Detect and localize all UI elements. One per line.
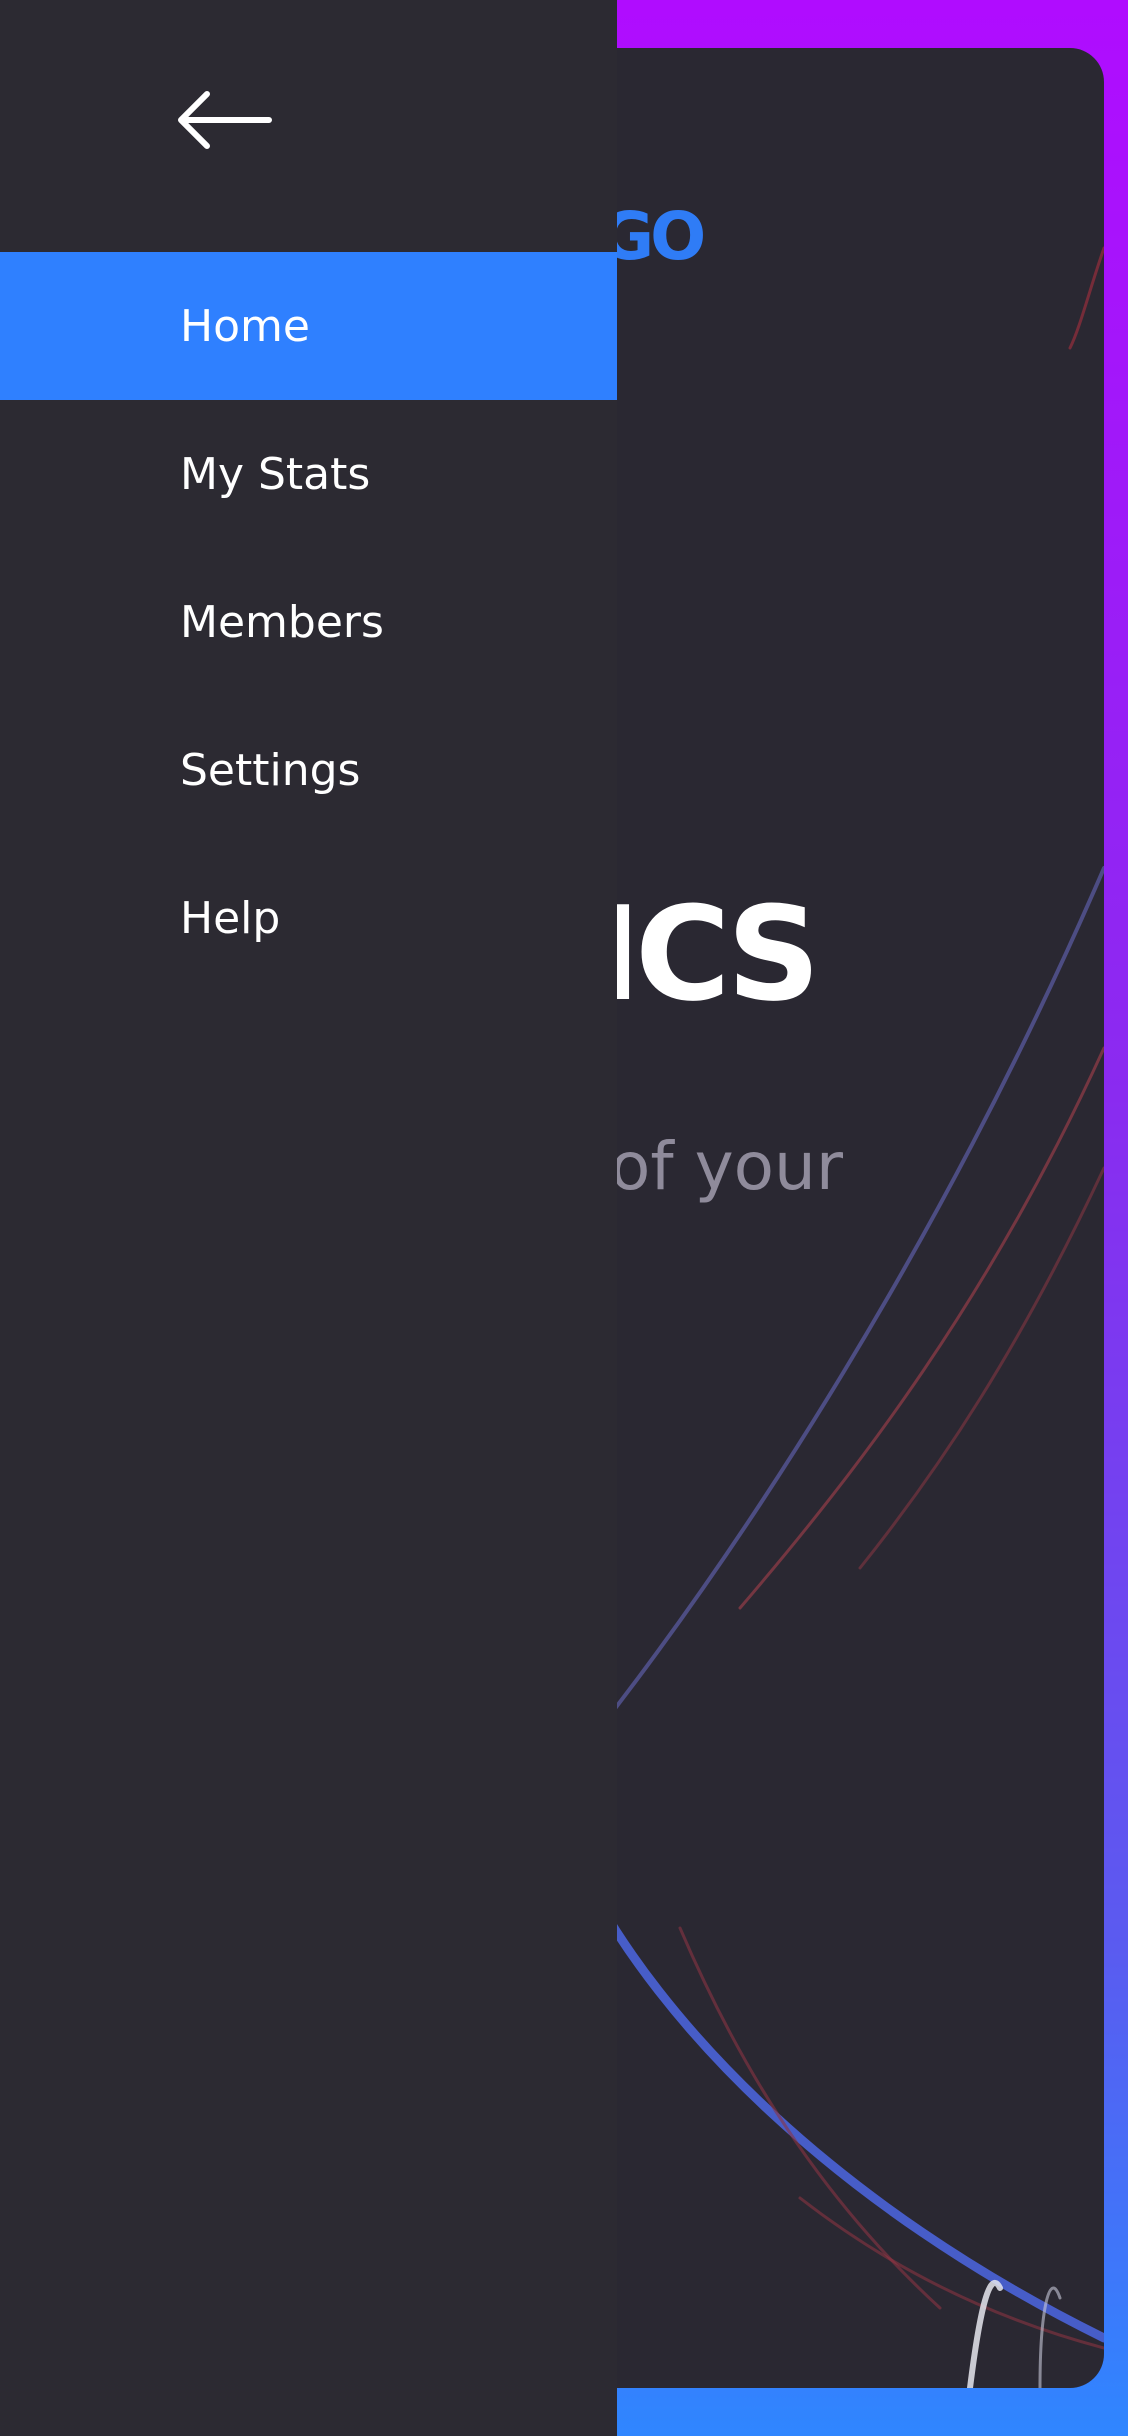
drawer-item-label: Members xyxy=(180,596,384,648)
drawer-menu: Home My Stats Members Settings Help xyxy=(0,252,617,992)
back-button[interactable] xyxy=(175,88,275,152)
drawer-item-home[interactable]: Home xyxy=(0,252,617,400)
navigation-drawer: Home My Stats Members Settings Help xyxy=(0,0,617,2436)
drawer-item-label: Home xyxy=(180,300,310,352)
drawer-item-my-stats[interactable]: My Stats xyxy=(0,400,617,548)
drawer-item-label: Settings xyxy=(180,744,361,796)
drawer-item-help[interactable]: Help xyxy=(0,844,617,992)
drawer-item-label: My Stats xyxy=(180,448,371,500)
arrow-left-icon xyxy=(178,91,272,149)
drawer-item-settings[interactable]: Settings xyxy=(0,696,617,844)
hero-subtitle: of your xyxy=(610,1128,843,1205)
drawer-item-label: Help xyxy=(180,892,281,944)
drawer-item-members[interactable]: Members xyxy=(0,548,617,696)
